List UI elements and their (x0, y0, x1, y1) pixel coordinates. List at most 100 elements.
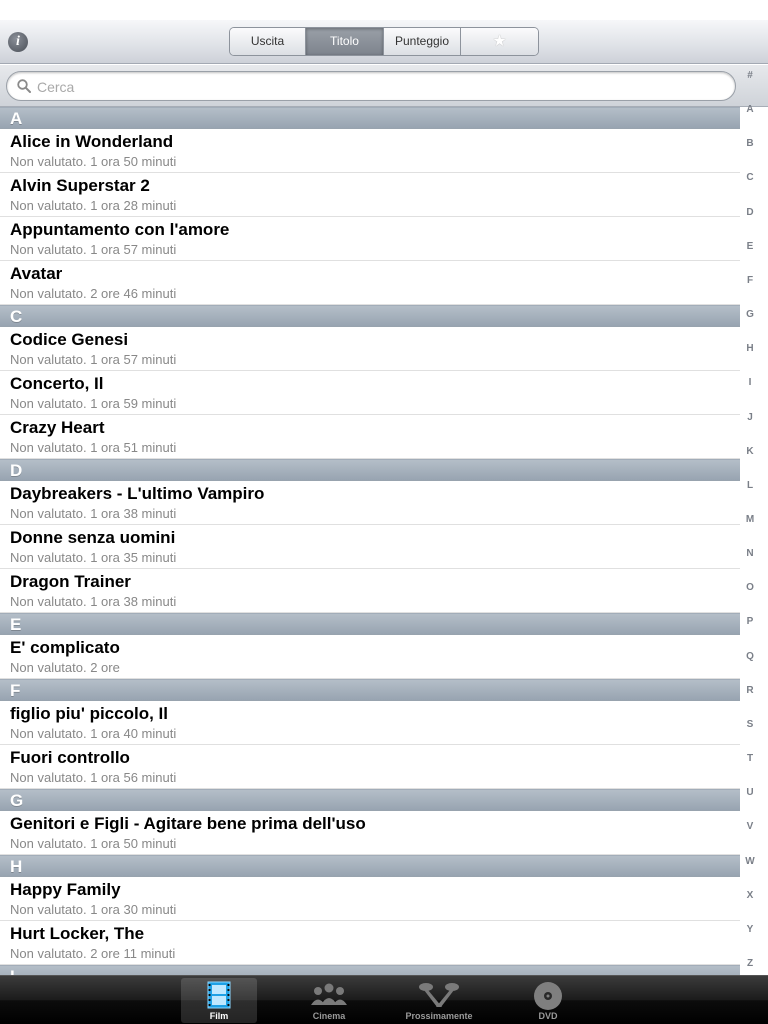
list-item[interactable]: Daybreakers - L'ultimo Vampiro Non valuta… (0, 481, 740, 525)
tab-dvd[interactable]: DVD (510, 978, 586, 1023)
list-item[interactable]: E' complicato Non valutato. 2 ore (0, 635, 740, 679)
section-header: A (0, 107, 740, 129)
section-index[interactable]: # A B C D E F G H I J K L M N O P Q R S T U V W X Y Z (740, 70, 760, 970)
index-letter[interactable]: Q (740, 651, 760, 662)
section-header: C (0, 305, 740, 327)
index-letter[interactable]: I (740, 377, 760, 388)
movie-title: Happy Family (10, 880, 121, 899)
movie-list: A Alice in Wonderland Non valutato. 1 ora … (0, 107, 740, 975)
top-toolbar: i Uscita Titolo Punteggio ★ (0, 20, 768, 64)
section-header: G (0, 789, 740, 811)
disc-icon (534, 982, 562, 1010)
movie-details: Non valutato. 1 ora 28 minuti (10, 198, 177, 213)
movie-details: Non valutato. 1 ora 50 minuti (10, 836, 177, 851)
movie-details: Non valutato. 2 ore 46 minuti (10, 286, 177, 301)
index-letter[interactable]: O (740, 582, 760, 593)
index-letter[interactable]: P (740, 616, 760, 627)
index-letter[interactable]: K (740, 446, 760, 457)
index-letter[interactable]: D (740, 207, 760, 218)
movie-details: Non valutato. 1 ora 59 minuti (10, 396, 177, 411)
list-item[interactable]: Avatar Non valutato. 2 ore 46 minuti (0, 261, 740, 305)
tab-bar: Film Cinema Prossimamente DVD (0, 975, 768, 1024)
movie-details: Non valutato. 1 ora 57 minuti (10, 242, 177, 257)
movie-details: Non valutato. 1 ora 50 minuti (10, 154, 177, 169)
movie-title: Hurt Locker, The (10, 924, 145, 943)
search-input[interactable] (37, 76, 717, 98)
list-item[interactable]: Alvin Superstar 2 Non valutato. 1 ora 28 … (0, 173, 740, 217)
search-field[interactable] (6, 71, 736, 101)
index-letter[interactable]: T (740, 753, 760, 764)
index-letter[interactable]: # (740, 70, 760, 81)
index-letter[interactable]: C (740, 172, 760, 183)
tab-film[interactable]: Film (181, 978, 257, 1023)
index-letter[interactable]: B (740, 138, 760, 149)
list-item[interactable]: Concerto, Il Non valutato. 1 ora 59 minut… (0, 371, 740, 415)
index-letter[interactable]: R (740, 685, 760, 696)
list-item[interactable]: Fuori controllo Non valutato. 1 ora 56 mi… (0, 745, 740, 789)
star-icon: ★ (492, 33, 507, 50)
spotlights-icon (419, 983, 459, 1007)
tab-label: Film (209, 1011, 229, 1021)
index-letter[interactable]: H (740, 343, 760, 354)
movie-details: Non valutato. 1 ora 35 minuti (10, 550, 177, 565)
list-item[interactable]: Donne senza uomini Non valutato. 1 ora 35… (0, 525, 740, 569)
movie-details: Non valutato. 1 ora 38 minuti (10, 506, 177, 521)
index-letter[interactable]: F (740, 275, 760, 286)
movie-title: Alice in Wonderland (10, 132, 174, 151)
movie-title: Genitori e Figli - Agitare bene prima de… (10, 814, 366, 833)
list-item[interactable]: Crazy Heart Non valutato. 1 ora 51 minuti (0, 415, 740, 459)
index-letter[interactable]: Z (740, 958, 760, 969)
index-letter[interactable]: J (740, 412, 760, 423)
movie-details: Non valutato. 1 ora 30 minuti (10, 902, 177, 917)
audience-icon (311, 983, 347, 1005)
movie-title: Crazy Heart (10, 418, 105, 437)
index-letter[interactable]: U (740, 787, 760, 798)
movie-details: Non valutato. 1 ora 57 minuti (10, 352, 177, 367)
index-letter[interactable]: M (740, 514, 760, 525)
info-icon[interactable]: i (8, 32, 28, 52)
index-letter[interactable]: E (740, 241, 760, 252)
list-item[interactable]: Dragon Trainer Non valutato. 1 ora 38 min… (0, 569, 740, 613)
list-item[interactable]: Appuntamento con l'amore Non valutato. 1 … (0, 217, 740, 261)
index-letter[interactable]: G (740, 309, 760, 320)
section-header: I (0, 965, 740, 975)
search-icon (17, 79, 31, 93)
film-icon (207, 981, 231, 1009)
movie-details: Non valutato. 1 ora 38 minuti (10, 594, 177, 609)
list-item[interactable]: Genitori e Figli - Agitare bene prima de… (0, 811, 740, 855)
sort-segmented-control: Uscita Titolo Punteggio ★ (229, 27, 539, 56)
section-header: H (0, 855, 740, 877)
index-letter[interactable]: N (740, 548, 760, 559)
movie-title: Concerto, Il (10, 374, 104, 393)
movie-title: E' complicato (10, 638, 120, 657)
status-bar (0, 0, 768, 20)
list-item[interactable]: Happy Family Non valutato. 1 ora 30 minut… (0, 877, 740, 921)
index-letter[interactable]: W (740, 856, 760, 867)
index-letter[interactable]: L (740, 480, 760, 491)
movie-title: Alvin Superstar 2 (10, 176, 150, 195)
segment-titolo[interactable]: Titolo (306, 28, 384, 55)
movie-title: Avatar (10, 264, 63, 283)
tab-label: Cinema (312, 1011, 346, 1021)
segment-uscita[interactable]: Uscita (230, 28, 306, 55)
section-header: E (0, 613, 740, 635)
index-letter[interactable]: A (740, 104, 760, 115)
list-item[interactable]: figlio piu' piccolo, Il Non valutato. 1 o… (0, 701, 740, 745)
index-letter[interactable]: Y (740, 924, 760, 935)
list-item[interactable]: Alice in Wonderland Non valutato. 1 ora 5… (0, 129, 740, 173)
index-letter[interactable]: X (740, 890, 760, 901)
list-item[interactable]: Codice Genesi Non valutato. 1 ora 57 minu… (0, 327, 740, 371)
index-letter[interactable]: S (740, 719, 760, 730)
movie-title: Appuntamento con l'amore (10, 220, 230, 239)
segment-favorites[interactable]: ★ (461, 28, 538, 55)
movie-details: Non valutato. 1 ora 40 minuti (10, 726, 177, 741)
tab-cinema[interactable]: Cinema (291, 978, 367, 1023)
movie-title: figlio piu' piccolo, Il (10, 704, 168, 723)
index-letter[interactable]: V (740, 821, 760, 832)
movie-details: Non valutato. 1 ora 51 minuti (10, 440, 177, 455)
tab-label: DVD (538, 1011, 558, 1021)
tab-prossimamente[interactable]: Prossimamente (401, 978, 477, 1023)
list-item[interactable]: Hurt Locker, The Non valutato. 2 ore 11 m… (0, 921, 740, 965)
segment-punteggio[interactable]: Punteggio (384, 28, 461, 55)
movie-details: Non valutato. 2 ore 11 minuti (10, 946, 176, 961)
